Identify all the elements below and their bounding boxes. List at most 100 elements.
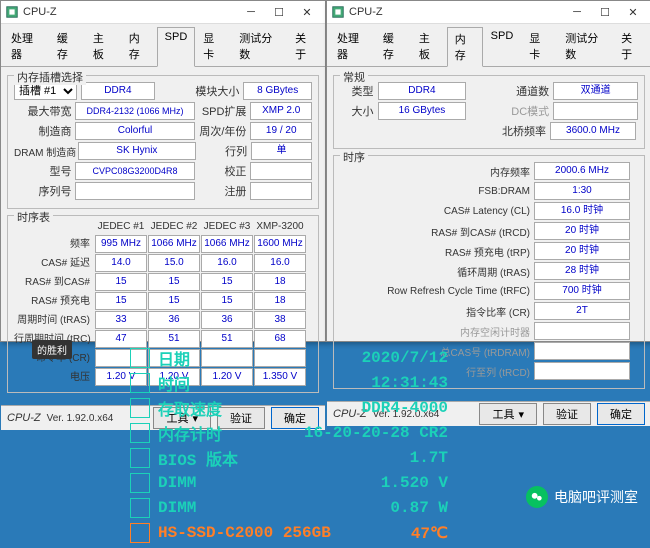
osd-overlay: 日期2020/7/12时间12:31:43存取速度DDR4-4000内存计时16… [130, 345, 448, 545]
titlebar[interactable]: CPU-Z ─ ☐ ✕ [1, 1, 325, 24]
cell: 15 [148, 273, 200, 291]
tab-6[interactable]: 测试分数 [231, 26, 287, 66]
row-label: 频率 [14, 235, 94, 253]
timing-value: 2000.6 MHz [534, 162, 630, 180]
osd-row-icon [130, 348, 150, 368]
brand-label: CPU-Z [7, 412, 41, 424]
cell: 36 [201, 311, 253, 329]
spdext-value: XMP 2.0 [250, 102, 312, 120]
cell: 1066 MHz [201, 235, 253, 253]
titlebar[interactable]: CPU-Z ─ ☐ ✕ [327, 1, 650, 24]
tab-4[interactable]: SPD [483, 26, 522, 66]
correct-label: 校正 [199, 163, 247, 179]
osd-key: DIMM [158, 474, 288, 492]
col-header: JEDEC #2 [148, 220, 200, 234]
minimize-button[interactable]: ─ [563, 2, 591, 22]
group-legend: 内存插槽选择 [14, 69, 86, 85]
popup-badge: 的胜利 [32, 340, 72, 359]
tools-button[interactable]: 工具▾ [479, 403, 537, 425]
tab-1[interactable]: 缓存 [375, 26, 411, 66]
minimize-button[interactable]: ─ [237, 2, 265, 22]
cell: 1066 MHz [148, 235, 200, 253]
timing-value: 2T [534, 302, 630, 320]
cell: 14.0 [95, 254, 147, 272]
validate-button[interactable]: 验证 [543, 403, 591, 425]
row-label: RAS# 预充电 [14, 292, 94, 310]
close-button[interactable]: ✕ [293, 2, 321, 22]
app-icon [331, 5, 345, 19]
tab-3[interactable]: 内存 [121, 26, 157, 66]
close-button[interactable]: ✕ [619, 2, 647, 22]
maxbw-value: DDR4-2132 (1066 MHz) [75, 102, 194, 120]
cell: 18 [254, 292, 306, 310]
pn-value: CVPC08G3200D4R8 [75, 162, 194, 180]
maxbw-label: 最大带宽 [14, 103, 71, 119]
osd-key: HS-SSD-C2000 256GB [158, 524, 378, 542]
tab-0[interactable]: 处理器 [3, 26, 49, 66]
modsize-value: 8 GBytes [243, 82, 312, 100]
channels-label: 通道数 [470, 83, 549, 99]
timing-value: 28 时钟 [534, 262, 630, 280]
osd-row-icon [130, 523, 150, 543]
cell: 15 [95, 292, 147, 310]
tab-2[interactable]: 主板 [411, 26, 447, 66]
dc-label: DC模式 [470, 103, 549, 119]
modsize-label: 模块大小 [159, 83, 239, 99]
slot-selection-group: 内存插槽选择 插槽 #1 DDR4 模块大小 8 GBytes 最大带宽 DDR… [7, 75, 319, 209]
tab-0[interactable]: 处理器 [329, 26, 375, 66]
ok-button[interactable]: 确定 [597, 403, 645, 425]
cell: 995 MHz [95, 235, 147, 253]
tab-5[interactable]: 显卡 [195, 26, 231, 66]
maximize-button[interactable]: ☐ [265, 2, 293, 22]
timing-value: 20 时钟 [534, 242, 630, 260]
tab-1[interactable]: 缓存 [49, 26, 85, 66]
tab-bar: 处理器缓存主板内存SPD显卡测试分数关于 [327, 24, 650, 67]
row-label: 周期时间 (tRAS) [14, 311, 94, 329]
timing-value: 16.0 时钟 [534, 202, 630, 220]
timing-label: 指令比率 (CR) [340, 304, 530, 319]
dc-value [553, 102, 638, 120]
window-title: CPU-Z [23, 6, 237, 18]
osd-row-icon [130, 423, 150, 443]
osd-key: 存取速度 [158, 396, 288, 420]
row-label: RAS# 到CAS# [14, 273, 94, 291]
tab-bar: 处理器缓存主板内存SPD显卡测试分数关于 [1, 24, 325, 67]
osd-row-icon [130, 398, 150, 418]
timing-value: 1:30 [534, 182, 630, 200]
spdext-label: SPD扩展 [199, 103, 247, 119]
tab-7[interactable]: 关于 [613, 26, 649, 66]
watermark: 电脑吧评测室 [526, 486, 638, 508]
osd-value: 12:31:43 [288, 374, 448, 392]
cell: 38 [254, 311, 306, 329]
group-legend: 时序表 [14, 209, 53, 225]
tab-2[interactable]: 主板 [85, 26, 121, 66]
mem-type: DDR4 [81, 82, 155, 100]
sn-value [75, 182, 194, 200]
timing-value [534, 342, 630, 360]
mfr-label: 制造商 [14, 123, 71, 139]
cell: 18 [254, 273, 306, 291]
tab-5[interactable]: 显卡 [521, 26, 557, 66]
maximize-button[interactable]: ☐ [591, 2, 619, 22]
osd-row-icon [130, 448, 150, 468]
tab-3[interactable]: 内存 [447, 27, 483, 67]
timing-label: RAS# 到CAS# (tRCD) [340, 224, 530, 239]
timing-label: Row Refresh Cycle Time (tRFC) [340, 286, 530, 297]
week-value: 19 / 20 [250, 122, 312, 140]
cpuz-window-spd: CPU-Z ─ ☐ ✕ 处理器缓存主板内存SPD显卡测试分数关于 内存插槽选择 … [0, 0, 326, 342]
size-label: 大小 [340, 103, 374, 119]
tab-6[interactable]: 测试分数 [557, 26, 613, 66]
tab-7[interactable]: 关于 [287, 26, 323, 66]
osd-value: 2020/7/12 [288, 349, 448, 367]
tab-4[interactable]: SPD [157, 27, 196, 67]
general-group: 常规 类型 DDR4 通道数 双通道 大小 16 GBytes DC模式 北桥频… [333, 75, 645, 149]
wechat-icon [526, 486, 548, 508]
row-label: CAS# 延迟 [14, 254, 94, 272]
dram-value: SK Hynix [78, 142, 196, 160]
timing-label: FSB:DRAM [340, 186, 530, 197]
mfr-value: Colorful [75, 122, 194, 140]
osd-key: 时间 [158, 371, 288, 395]
osd-value: DDR4-4000 [288, 399, 448, 417]
nb-value: 3600.0 MHz [550, 122, 636, 140]
timing-value: 700 时钟 [534, 282, 630, 300]
